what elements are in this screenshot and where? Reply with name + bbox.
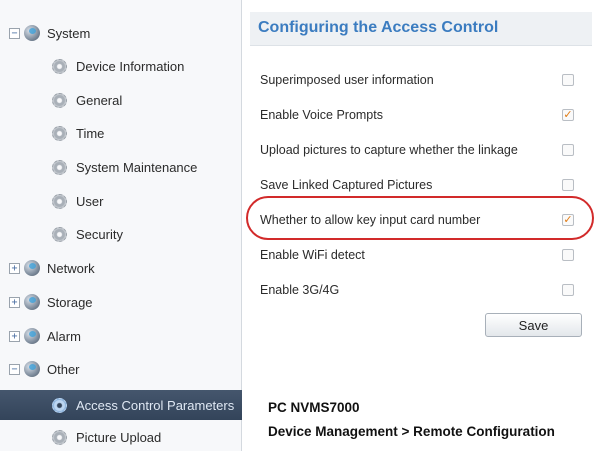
globe-icon (24, 361, 40, 377)
gear-icon (52, 125, 67, 141)
save-button[interactable]: Save (485, 313, 582, 337)
option-label: Upload pictures to capture whether the l… (260, 143, 518, 157)
gear-icon (52, 397, 67, 413)
tree-item-general[interactable]: General (0, 86, 242, 114)
option-row: Enable 3G/4G (260, 280, 582, 300)
page-title: Configuring the Access Control (258, 19, 499, 36)
gear-icon (52, 58, 67, 74)
tree-item-label: User (76, 193, 104, 209)
tree-item-picture-upload[interactable]: Picture Upload (0, 423, 242, 451)
option-label: Enable Voice Prompts (260, 108, 383, 122)
option-row: Save Linked Captured Pictures (260, 175, 582, 195)
tree-item-label: Access Control Parameters (76, 397, 235, 413)
tree-item-security[interactable]: Security (0, 220, 242, 248)
config-tree-sidebar: − System Device Information General Time… (0, 0, 242, 451)
gear-icon (52, 159, 67, 175)
caption-line-2: Device Management > Remote Configuration (268, 424, 555, 439)
globe-icon (24, 294, 40, 310)
tree-node-label: System (47, 25, 91, 41)
option-label: Enable 3G/4G (260, 283, 340, 297)
tree-node-label: Network (47, 260, 95, 276)
tree-node-label: Other (47, 361, 80, 377)
caption-line-1: PC NVMS7000 (268, 400, 360, 415)
tree-item-label: Security (76, 226, 123, 242)
tree-item-access-control-parameters[interactable]: Access Control Parameters (0, 390, 242, 420)
tree-item-user[interactable]: User (0, 187, 242, 215)
collapse-icon[interactable]: − (9, 363, 20, 375)
tree-item-label: General (76, 92, 123, 108)
option-checkbox[interactable] (562, 144, 574, 156)
option-checkbox[interactable] (562, 284, 574, 296)
expand-icon[interactable]: + (9, 262, 20, 274)
option-row: Enable WiFi detect (260, 245, 582, 265)
option-row: Upload pictures to capture whether the l… (260, 140, 582, 160)
tree-item-time[interactable]: Time (0, 119, 242, 147)
globe-icon (24, 25, 40, 41)
gear-icon (52, 226, 67, 242)
tree-node-storage[interactable]: + Storage (0, 288, 242, 316)
gear-icon (52, 92, 67, 108)
tree-item-label: Picture Upload (76, 429, 162, 445)
globe-icon (24, 328, 40, 344)
tree-node-label: Storage (47, 294, 93, 310)
option-checkbox[interactable] (562, 179, 574, 191)
option-checkbox-checked[interactable]: ✓ (562, 109, 574, 121)
tree-item-system-maintenance[interactable]: System Maintenance (0, 153, 242, 181)
gear-icon (52, 193, 67, 209)
option-row: Enable Voice Prompts ✓ (260, 105, 582, 125)
tree-node-system[interactable]: − System (0, 19, 242, 47)
highlight-ellipse (246, 196, 594, 240)
panel-header: Configuring the Access Control (250, 12, 592, 46)
option-label: Superimposed user information (260, 73, 434, 87)
tree-node-other[interactable]: − Other (0, 355, 242, 383)
tree-item-label: Time (76, 125, 105, 141)
collapse-icon[interactable]: − (9, 27, 20, 39)
globe-icon (24, 260, 40, 276)
tree-node-network[interactable]: + Network (0, 254, 242, 282)
tree-item-device-information[interactable]: Device Information (0, 52, 242, 80)
tree-node-alarm[interactable]: + Alarm (0, 322, 242, 350)
expand-icon[interactable]: + (9, 296, 20, 308)
option-row: Superimposed user information (260, 70, 582, 90)
option-checkbox[interactable] (562, 249, 574, 261)
option-checkbox[interactable] (562, 74, 574, 86)
tree-node-label: Alarm (47, 328, 81, 344)
tree-item-label: Device Information (76, 58, 185, 74)
annotation-caption: PC NVMS7000 Device Management > Remote C… (268, 396, 555, 444)
gear-icon (52, 429, 67, 445)
tree-item-label: System Maintenance (76, 159, 198, 175)
expand-icon[interactable]: + (9, 330, 20, 342)
option-label: Save Linked Captured Pictures (260, 178, 433, 192)
option-label: Enable WiFi detect (260, 248, 365, 262)
